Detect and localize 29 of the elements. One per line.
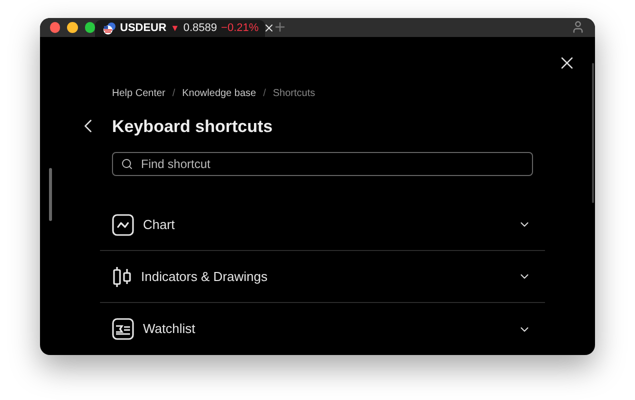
breadcrumb-separator: / bbox=[172, 86, 176, 100]
close-window-icon[interactable] bbox=[50, 22, 60, 33]
section-title: Indicators & Drawings bbox=[141, 268, 268, 286]
change-arrow: ▼ bbox=[170, 22, 180, 34]
section-header[interactable]: Chart bbox=[100, 199, 545, 251]
breadcrumb-link[interactable]: Shortcuts bbox=[272, 86, 316, 100]
search-icon bbox=[121, 158, 133, 170]
list-icon bbox=[112, 318, 134, 340]
page-title: Keyboard shortcuts bbox=[112, 116, 273, 138]
price-label: 0.8589 bbox=[183, 21, 218, 36]
section-header[interactable]: Watchlist bbox=[100, 303, 545, 355]
line-chart-icon bbox=[112, 214, 134, 236]
breadcrumb-separator: / bbox=[263, 86, 266, 100]
scroll-handle[interactable] bbox=[49, 168, 52, 220]
breadcrumb-link[interactable]: Knowledge base bbox=[182, 86, 256, 100]
section-title: Watchlist bbox=[143, 320, 196, 338]
minimize-window-icon[interactable] bbox=[67, 22, 78, 33]
section-title: Chart bbox=[143, 216, 175, 234]
close-tab-icon[interactable] bbox=[262, 22, 275, 34]
search-field[interactable]: Find shortcut bbox=[112, 152, 533, 176]
change-label: −0.21% bbox=[221, 21, 259, 36]
zoom-window-icon[interactable] bbox=[84, 22, 95, 33]
candlestick-icon bbox=[112, 266, 132, 288]
scrollbar-thumb[interactable] bbox=[592, 62, 594, 202]
user-icon[interactable] bbox=[571, 20, 585, 34]
symbol-label: USDEUR bbox=[120, 21, 166, 36]
flag-icon bbox=[103, 22, 116, 35]
section-header[interactable]: Indicators & Drawings bbox=[100, 251, 545, 303]
breadcrumb-link[interactable]: Help Center bbox=[112, 86, 166, 100]
